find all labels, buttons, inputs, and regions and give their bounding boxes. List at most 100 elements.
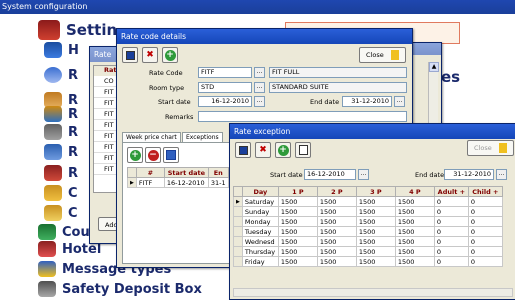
grid-cell[interactable]: 1500	[394, 196, 435, 207]
grid-cell[interactable]: 1500	[394, 206, 435, 217]
grid-cell[interactable]: 1500	[355, 206, 396, 217]
menu-item-report[interactable]: R	[44, 124, 78, 140]
table-row[interactable]: Monday 1500 1500 1500 1500 0 0	[233, 216, 503, 227]
grid-cell[interactable]: 1500	[394, 246, 435, 257]
grid-cell[interactable]: 0	[467, 256, 503, 267]
grid-cell-day[interactable]: Sunday	[241, 206, 279, 217]
grid-cell[interactable]: 1500	[277, 246, 318, 257]
start-date-picker-button[interactable]: ...	[358, 169, 369, 180]
remove-row-button[interactable]: −	[145, 147, 161, 163]
grid-cell-day[interactable]: Friday	[241, 256, 279, 267]
grid-cell[interactable]: 1500	[277, 206, 318, 217]
grid-cell[interactable]: 0	[433, 256, 469, 267]
close-button[interactable]: Close	[359, 47, 406, 63]
grid-cell[interactable]: 0	[433, 246, 469, 257]
table-row[interactable]: Tuesday 1500 1500 1500 1500 0 0	[233, 226, 503, 237]
grid-cell[interactable]: 1500	[394, 236, 435, 247]
table-row[interactable]: Thursday 1500 1500 1500 1500 0 0	[233, 246, 503, 257]
grid-header-4p: 4 P	[394, 186, 435, 197]
close-button[interactable]: Close	[467, 140, 514, 156]
rate-code-field[interactable]: FITF	[198, 67, 252, 78]
grid-cell[interactable]: 0	[467, 196, 503, 207]
grid-cell-day[interactable]: Monday	[241, 216, 279, 227]
menu-item-safety-deposit-box[interactable]: Safety Deposit Box	[38, 281, 202, 297]
grid-cell-end[interactable]: 31-1	[207, 177, 229, 188]
end-date-field[interactable]: 31-12-2010	[444, 169, 494, 180]
grid-cell[interactable]: 1500	[277, 226, 318, 237]
grid-cell[interactable]: 1500	[277, 216, 318, 227]
grid-cell[interactable]: 0	[433, 206, 469, 217]
grid-cell[interactable]: 1500	[355, 226, 396, 237]
grid-cell[interactable]: 0	[433, 196, 469, 207]
grid-cell-day[interactable]: Saturday	[241, 196, 279, 207]
scroll-up-button[interactable]: ▲	[429, 62, 439, 72]
menu-item-reservation[interactable]: R	[44, 106, 78, 122]
add-button[interactable]: +	[275, 142, 291, 158]
grid-cell[interactable]: 1500	[316, 226, 357, 237]
end-date-field[interactable]: 31-12-2010	[342, 96, 392, 107]
grid-cell[interactable]: 1500	[277, 256, 318, 267]
table-row[interactable]: Friday 1500 1500 1500 1500 0 0	[233, 256, 503, 267]
grid-cell[interactable]: 0	[467, 226, 503, 237]
horizontal-scrollbar[interactable]	[233, 288, 513, 297]
grid-cell[interactable]: 0	[433, 216, 469, 227]
grid-cell[interactable]: 0	[433, 226, 469, 237]
grid-cell[interactable]: 0	[467, 206, 503, 217]
start-date-field[interactable]: 16-12-2010	[198, 96, 252, 107]
grid-cell[interactable]: 1500	[394, 216, 435, 227]
grid-cell[interactable]: 1500	[277, 196, 318, 207]
add-row-button[interactable]: +	[127, 147, 143, 163]
menu-item-rates[interactable]: R	[44, 144, 78, 160]
menu-item-hotel[interactable]: H	[44, 42, 79, 58]
grid-cell[interactable]: 1500	[277, 236, 318, 247]
grid-cell-code[interactable]: FITF	[135, 177, 165, 188]
grid-cell[interactable]: 1500	[394, 256, 435, 267]
grid-cell[interactable]: 1500	[316, 256, 357, 267]
menu-item-register[interactable]: R	[44, 165, 78, 181]
table-row[interactable]: ▶ FITF 16-12-2010 31-1	[127, 177, 229, 188]
edit-row-button[interactable]	[163, 147, 179, 163]
room-type-lookup-button[interactable]: ...	[254, 82, 265, 93]
grid-cell-day[interactable]: Tuesday	[241, 226, 279, 237]
save-button[interactable]	[122, 47, 138, 63]
grid-cell[interactable]: 1500	[355, 256, 396, 267]
table-row[interactable]: ▶ Saturday 1500 1500 1500 1500 0 0	[233, 196, 503, 207]
grid-cell[interactable]: 1500	[355, 196, 396, 207]
grid-cell[interactable]: 0	[467, 246, 503, 257]
grid-cell-day[interactable]: Thursday	[241, 246, 279, 257]
end-date-picker-button[interactable]: ...	[496, 169, 507, 180]
table-row[interactable]: Sunday 1500 1500 1500 1500 0 0	[233, 206, 503, 217]
delete-button[interactable]: ✖	[255, 142, 271, 158]
menu-item-rate[interactable]: R	[44, 67, 78, 83]
start-date-field[interactable]: 16-12-2010	[304, 169, 356, 180]
grid-cell[interactable]: 0	[433, 236, 469, 247]
delete-button[interactable]: ✖	[142, 47, 158, 63]
grid-cell[interactable]: 1500	[316, 236, 357, 247]
grid-cell[interactable]: 0	[467, 236, 503, 247]
grid-cell[interactable]: 1500	[355, 216, 396, 227]
end-date-picker-button[interactable]: ...	[394, 96, 405, 107]
table-row[interactable]: Wednesd 1500 1500 1500 1500 0 0	[233, 236, 503, 247]
tab-exceptions[interactable]: Exceptions	[182, 132, 223, 142]
grid-cell[interactable]: 1500	[316, 246, 357, 257]
grid-cell[interactable]: 1500	[316, 216, 357, 227]
grid-cell[interactable]: 1500	[394, 226, 435, 237]
grid-cell[interactable]: 1500	[355, 236, 396, 247]
grid-cell[interactable]: 1500	[355, 246, 396, 257]
start-date-picker-button[interactable]: ...	[254, 96, 265, 107]
remarks-field[interactable]	[198, 111, 407, 122]
rate-code-lookup-button[interactable]: ...	[254, 67, 265, 78]
room-type-field[interactable]: STD	[198, 82, 252, 93]
grid-cell-day[interactable]: Wednesd	[241, 236, 279, 247]
menu-item-currency[interactable]: C	[44, 205, 78, 221]
tab-week-price-chart[interactable]: Week price chart	[122, 132, 181, 142]
menu-item-company[interactable]: C	[44, 185, 78, 201]
menu-item-settings[interactable]: Settin	[38, 20, 117, 40]
grid-cell-start[interactable]: 16-12-2010	[163, 177, 209, 188]
grid-cell[interactable]: 1500	[316, 206, 357, 217]
copy-button[interactable]	[295, 142, 311, 158]
grid-cell[interactable]: 1500	[316, 196, 357, 207]
grid-cell[interactable]: 0	[467, 216, 503, 227]
add-exception-button[interactable]: +	[162, 47, 178, 63]
save-button[interactable]	[235, 142, 251, 158]
